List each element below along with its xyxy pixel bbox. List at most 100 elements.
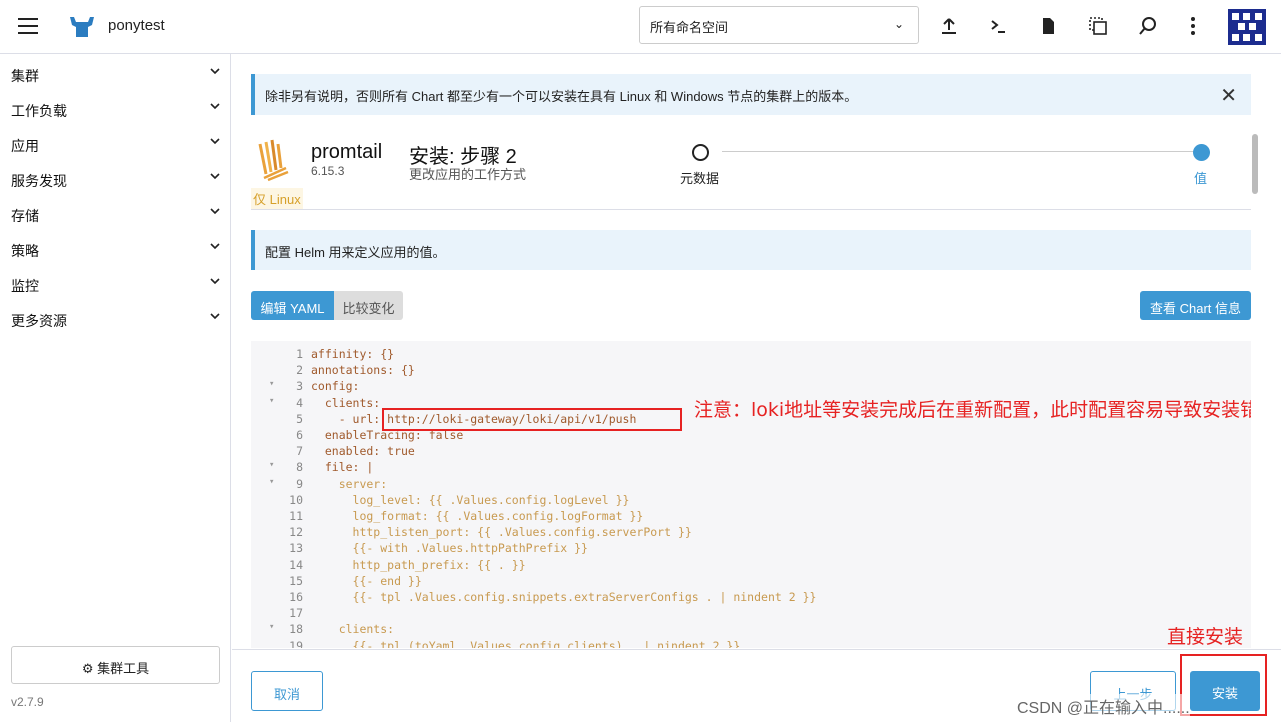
- fold-arrow-icon[interactable]: ▾: [269, 477, 279, 487]
- code-line[interactable]: 19 {{- tpl (toYaml .Values.config.client…: [251, 639, 1251, 648]
- code-line[interactable]: 2 annotations: {}: [251, 363, 1251, 379]
- chevron-down-icon: [210, 138, 220, 145]
- sidebar-item-workloads[interactable]: 工作负载: [0, 91, 230, 126]
- namespace-select[interactable]: 所有命名空间 ⌄: [639, 6, 919, 44]
- sidebar-item-service-discovery[interactable]: 服务发现: [0, 161, 230, 196]
- yaml-editor[interactable]: 19 {{- tpl (toYaml .Values.config.client…: [251, 341, 1251, 648]
- code-line[interactable]: 1 affinity: {}: [251, 347, 1251, 363]
- more-icon[interactable]: [1181, 14, 1205, 38]
- sidebar-item-policy[interactable]: 策略: [0, 231, 230, 266]
- sidebar-item-monitoring[interactable]: 监控: [0, 266, 230, 301]
- cluster-tools-button[interactable]: ⚙ 集群工具: [11, 646, 220, 684]
- code-text: file: |: [311, 460, 374, 475]
- code-text: {{- end }}: [311, 573, 422, 588]
- code-line[interactable]: 17: [251, 606, 1251, 622]
- sidebar-item-label: 应用: [11, 138, 39, 154]
- scrollbar[interactable]: [1252, 134, 1258, 194]
- sidebar-item-label: 服务发现: [11, 173, 67, 189]
- install-annotation: 直接安装: [1167, 626, 1244, 648]
- sidebar-item-apps[interactable]: 应用: [0, 126, 230, 161]
- fold-arrow-icon[interactable]: ▾: [269, 379, 279, 389]
- line-number: 14: [289, 557, 303, 572]
- tab-edit-yaml[interactable]: 编辑 YAML: [251, 291, 334, 320]
- line-number: 18: [289, 622, 303, 637]
- fold-arrow-icon[interactable]: ▾: [269, 460, 279, 470]
- url-annotation: 注意：loki地址等安装完成后在重新配置，此时配置容易导致安装错误: [694, 399, 1251, 421]
- code-line[interactable]: ▾ 9 server:: [251, 477, 1251, 493]
- line-number: 1: [296, 347, 303, 361]
- code-text: log_format: {{ .Values.config.logFormat …: [311, 509, 644, 523]
- line-number: 12: [289, 525, 303, 540]
- info-banner-text: 除非另有说明，否则所有 Chart 都至少有一个可以安装在具有 Linux 和 …: [265, 89, 858, 104]
- footer-bar: 直接安装 取消 上一步 安装 CSDN @正在输入中......: [232, 626, 1281, 722]
- code-line[interactable]: 16 {{- tpl .Values.config.snippets.extra…: [251, 590, 1251, 606]
- sidebar: 集群 工作负载 应用 服务发现 存储 策略 监控 更多资源 ⚙ 集群工具 v2.…: [0, 54, 231, 722]
- sidebar-item-label: 更多资源: [11, 313, 67, 329]
- cluster-name: ponytest: [108, 17, 165, 34]
- gear-icon: ⚙: [81, 661, 94, 676]
- code-line[interactable]: 10 log_level: {{ .Values.config.logLevel…: [251, 493, 1251, 509]
- line-number: 7: [296, 444, 303, 459]
- line-number: 16: [289, 590, 303, 604]
- divider: [251, 209, 1251, 210]
- tab-compare-changes[interactable]: 比较变化: [334, 291, 403, 320]
- chevron-down-icon: [210, 173, 220, 180]
- step-metadata-dot[interactable]: [692, 144, 709, 161]
- code-line[interactable]: 11 log_format: {{ .Values.config.logForm…: [251, 509, 1251, 525]
- chevron-down-icon: ⌄: [893, 17, 904, 31]
- file-icon[interactable]: [1036, 14, 1060, 38]
- line-number: 10: [289, 492, 303, 507]
- version-label: v2.7.9: [11, 695, 44, 709]
- chevron-down-icon: [210, 243, 220, 250]
- cancel-button[interactable]: 取消: [251, 671, 323, 711]
- fold-arrow-icon[interactable]: ▾: [269, 396, 279, 406]
- chevron-down-icon: [210, 313, 220, 320]
- info-banner: 除非另有说明，否则所有 Chart 都至少有一个可以安装在具有 Linux 和 …: [251, 74, 1251, 115]
- sidebar-item-label: 监控: [11, 278, 39, 294]
- sidebar-item-cluster[interactable]: 集群: [0, 56, 230, 91]
- sidebar-item-more-resources[interactable]: 更多资源: [0, 301, 230, 336]
- view-chart-info-button[interactable]: 查看 Chart 信息: [1140, 291, 1251, 320]
- line-number: 13: [289, 541, 303, 556]
- code-line[interactable]: ▾ 18 clients:: [251, 622, 1251, 638]
- close-icon[interactable]: ✕: [1220, 83, 1237, 108]
- step-metadata-label[interactable]: 元数据: [680, 168, 719, 187]
- line-number: 19: [289, 638, 303, 648]
- code-line[interactable]: 13 {{- with .Values.httpPathPrefix }}: [251, 541, 1251, 557]
- code-line[interactable]: ▾ 3 config:: [251, 379, 1251, 395]
- code-text: http_listen_port: {{ .Values.config.serv…: [311, 525, 692, 540]
- chevron-down-icon: [210, 103, 220, 110]
- code-text: config:: [311, 379, 360, 394]
- chevron-down-icon: [210, 208, 220, 215]
- code-line[interactable]: ▾ 8 file: |: [251, 460, 1251, 476]
- code-line[interactable]: 12 http_listen_port: {{ .Values.config.s…: [251, 525, 1251, 541]
- step-values-dot: [1193, 144, 1210, 161]
- code-text: server:: [311, 476, 388, 491]
- brand-logo-icon[interactable]: [1228, 9, 1266, 45]
- code-text: log_level: {{ .Values.config.logLevel }}: [311, 492, 630, 507]
- line-number: 2: [296, 363, 303, 378]
- step-subtitle: 更改应用的工作方式: [409, 167, 527, 182]
- line-number: 9: [296, 476, 303, 491]
- top-bar: ponytest 所有命名空间 ⌄: [0, 0, 1281, 54]
- sidebar-item-label: 存储: [11, 208, 39, 224]
- chevron-down-icon: [210, 278, 220, 285]
- upload-icon[interactable]: [937, 14, 961, 38]
- line-number: 17: [289, 606, 303, 621]
- code-text: clients:: [311, 395, 381, 410]
- code-line[interactable]: 7 enabled: true: [251, 444, 1251, 460]
- code-line[interactable]: 14 http_path_prefix: {{ . }}: [251, 558, 1251, 574]
- code-text: clients:: [311, 622, 395, 637]
- terminal-icon[interactable]: [986, 14, 1010, 38]
- code-text: {{- with .Values.httpPathPrefix }}: [311, 541, 588, 556]
- code-text: annotations: {}: [311, 363, 415, 378]
- line-number: 3: [296, 379, 303, 394]
- fold-arrow-icon[interactable]: ▾: [269, 622, 279, 632]
- copy-icon[interactable]: [1086, 14, 1110, 38]
- code-line[interactable]: 15 {{- end }}: [251, 574, 1251, 590]
- search-icon[interactable]: [1136, 14, 1160, 38]
- cluster-logo-icon: [70, 17, 94, 37]
- sidebar-item-storage[interactable]: 存储: [0, 196, 230, 231]
- hamburger-menu-icon[interactable]: [18, 18, 38, 34]
- line-number: 15: [289, 573, 303, 588]
